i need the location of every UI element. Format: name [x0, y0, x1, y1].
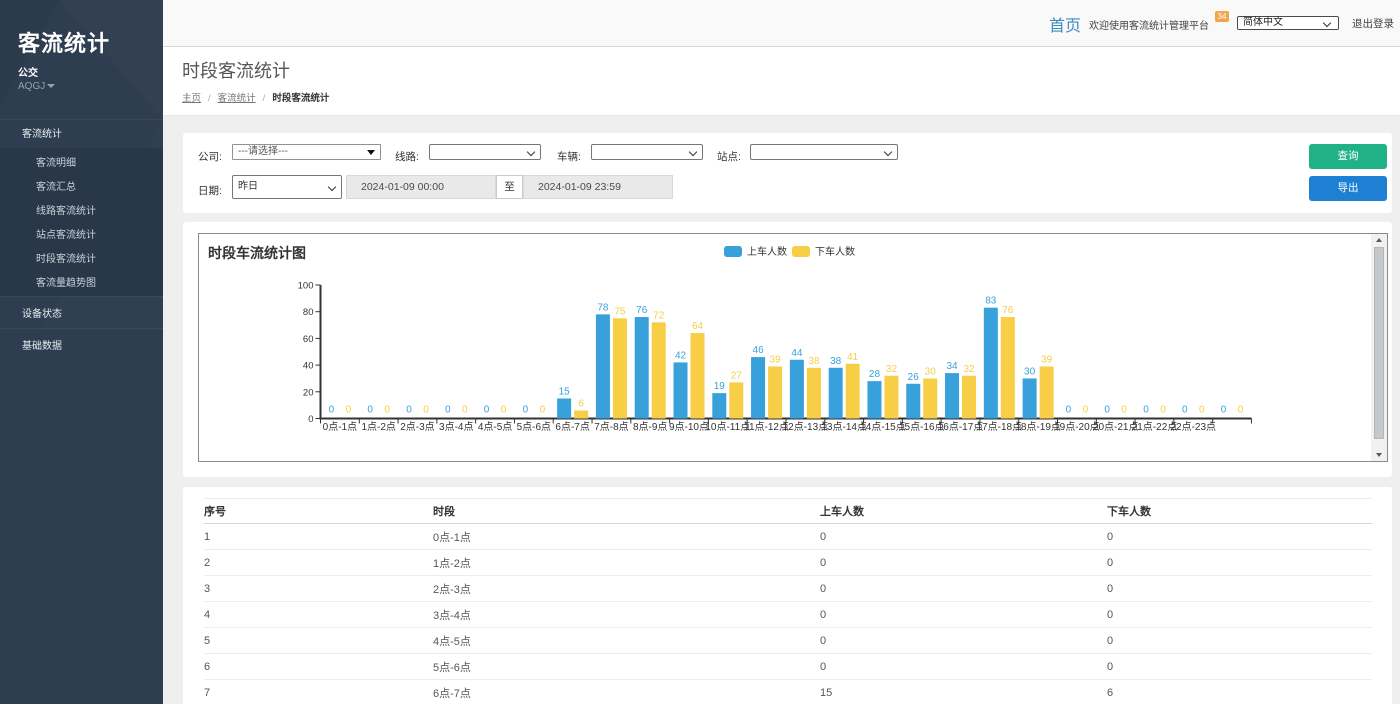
svg-text:78: 78 [597, 302, 609, 313]
svg-text:0: 0 [1199, 405, 1205, 416]
svg-text:38: 38 [808, 356, 820, 367]
svg-text:83: 83 [985, 296, 997, 307]
svg-text:4点-5点: 4点-5点 [478, 421, 512, 433]
svg-text:22点-23点: 22点-23点 [1170, 421, 1216, 433]
svg-text:72: 72 [653, 310, 665, 321]
svg-text:0: 0 [484, 405, 490, 416]
svg-text:34: 34 [946, 361, 958, 372]
svg-text:100: 100 [298, 281, 314, 292]
svg-text:0: 0 [1121, 405, 1127, 416]
svg-text:46: 46 [753, 345, 765, 356]
svg-text:19: 19 [714, 381, 726, 392]
svg-text:0: 0 [1143, 405, 1149, 416]
svg-text:30: 30 [925, 366, 937, 377]
svg-text:1点-2点: 1点-2点 [361, 421, 395, 433]
svg-text:80: 80 [303, 307, 314, 318]
svg-text:27: 27 [731, 370, 743, 381]
svg-text:0: 0 [367, 405, 373, 416]
svg-text:40: 40 [303, 361, 314, 372]
svg-text:7点-8点: 7点-8点 [594, 421, 628, 433]
svg-text:41: 41 [847, 352, 859, 363]
svg-text:0: 0 [1066, 405, 1072, 416]
svg-text:2点-3点: 2点-3点 [400, 421, 434, 433]
svg-text:0: 0 [523, 405, 529, 416]
svg-text:76: 76 [636, 305, 648, 316]
svg-text:30: 30 [1024, 366, 1036, 377]
svg-text:64: 64 [692, 321, 704, 332]
svg-text:0: 0 [445, 405, 451, 416]
svg-text:32: 32 [963, 364, 975, 375]
svg-text:15: 15 [559, 386, 571, 397]
svg-text:0: 0 [346, 405, 352, 416]
svg-text:0: 0 [1182, 405, 1188, 416]
svg-text:0: 0 [384, 405, 390, 416]
svg-text:6点-7点: 6点-7点 [555, 421, 589, 433]
svg-text:0点-1点: 0点-1点 [323, 421, 357, 433]
svg-text:0: 0 [540, 405, 546, 416]
svg-text:76: 76 [1002, 305, 1014, 316]
svg-text:0: 0 [1221, 405, 1227, 416]
svg-text:44: 44 [791, 348, 803, 359]
svg-text:75: 75 [614, 306, 626, 317]
svg-text:9点-10点: 9点-10点 [669, 421, 709, 433]
svg-text:0: 0 [1083, 405, 1089, 416]
svg-text:38: 38 [830, 356, 842, 367]
svg-text:20: 20 [303, 387, 314, 398]
svg-text:0: 0 [308, 414, 313, 425]
svg-text:0: 0 [423, 405, 429, 416]
svg-text:28: 28 [869, 369, 881, 380]
svg-text:0: 0 [501, 405, 507, 416]
svg-text:32: 32 [886, 364, 898, 375]
svg-text:0: 0 [1104, 405, 1110, 416]
svg-text:0: 0 [462, 405, 468, 416]
svg-text:42: 42 [675, 350, 687, 361]
svg-text:0: 0 [1238, 405, 1244, 416]
svg-text:26: 26 [908, 372, 920, 383]
svg-text:0: 0 [329, 405, 335, 416]
svg-text:39: 39 [1041, 354, 1053, 365]
svg-text:39: 39 [770, 354, 782, 365]
svg-text:6: 6 [578, 398, 584, 409]
svg-text:0: 0 [406, 405, 412, 416]
svg-text:8点-9点: 8点-9点 [633, 421, 667, 433]
svg-text:60: 60 [303, 334, 314, 345]
svg-text:5点-6点: 5点-6点 [517, 421, 551, 433]
svg-text:0: 0 [1160, 405, 1166, 416]
svg-text:3点-4点: 3点-4点 [439, 421, 473, 433]
